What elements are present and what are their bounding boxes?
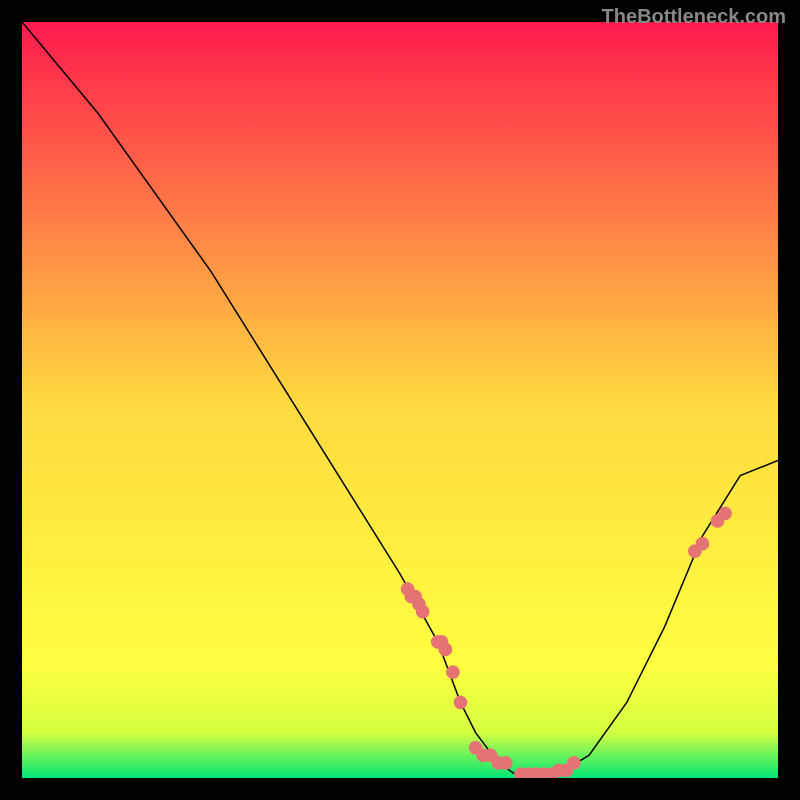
- data-point: [416, 605, 430, 619]
- chart-svg: [22, 22, 778, 778]
- data-point: [454, 696, 468, 710]
- chart-plot-area: [22, 22, 778, 778]
- data-point: [499, 756, 513, 770]
- data-point: [439, 643, 453, 657]
- data-point: [718, 507, 732, 521]
- data-point: [446, 665, 460, 679]
- data-point: [696, 537, 710, 551]
- gradient-background: [22, 22, 778, 778]
- data-point: [567, 756, 581, 770]
- attribution-text: TheBottleneck.com: [602, 6, 786, 29]
